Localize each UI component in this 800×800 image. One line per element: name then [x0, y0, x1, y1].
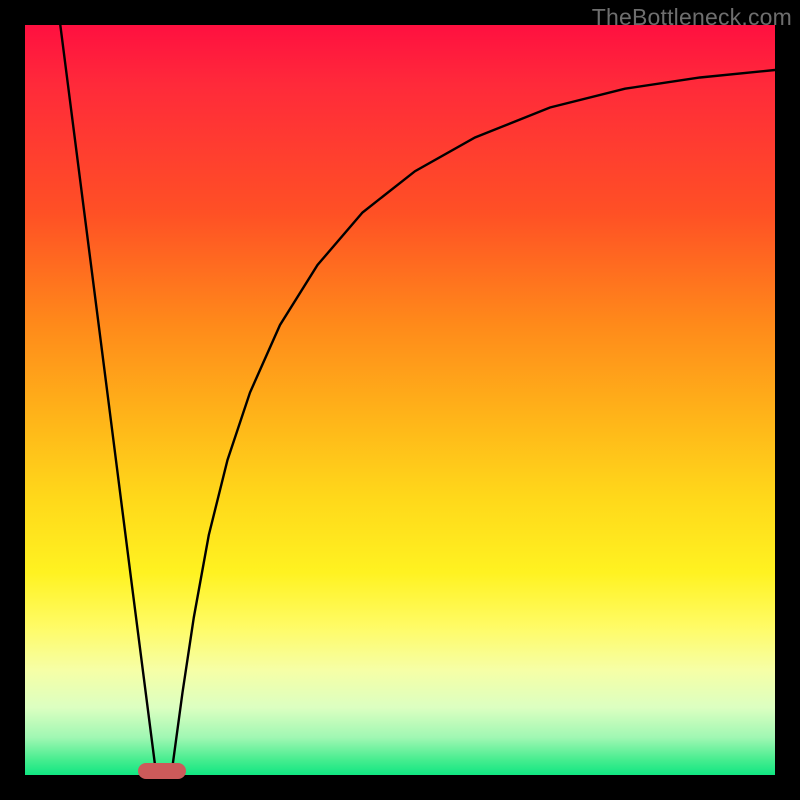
plot-area: [25, 25, 775, 775]
watermark-text: TheBottleneck.com: [592, 4, 792, 31]
curve-layer: [25, 25, 775, 775]
curve-left-branch: [60, 25, 156, 775]
bottleneck-marker: [138, 763, 186, 779]
curve-right-branch: [171, 70, 775, 775]
chart-frame: TheBottleneck.com: [0, 0, 800, 800]
